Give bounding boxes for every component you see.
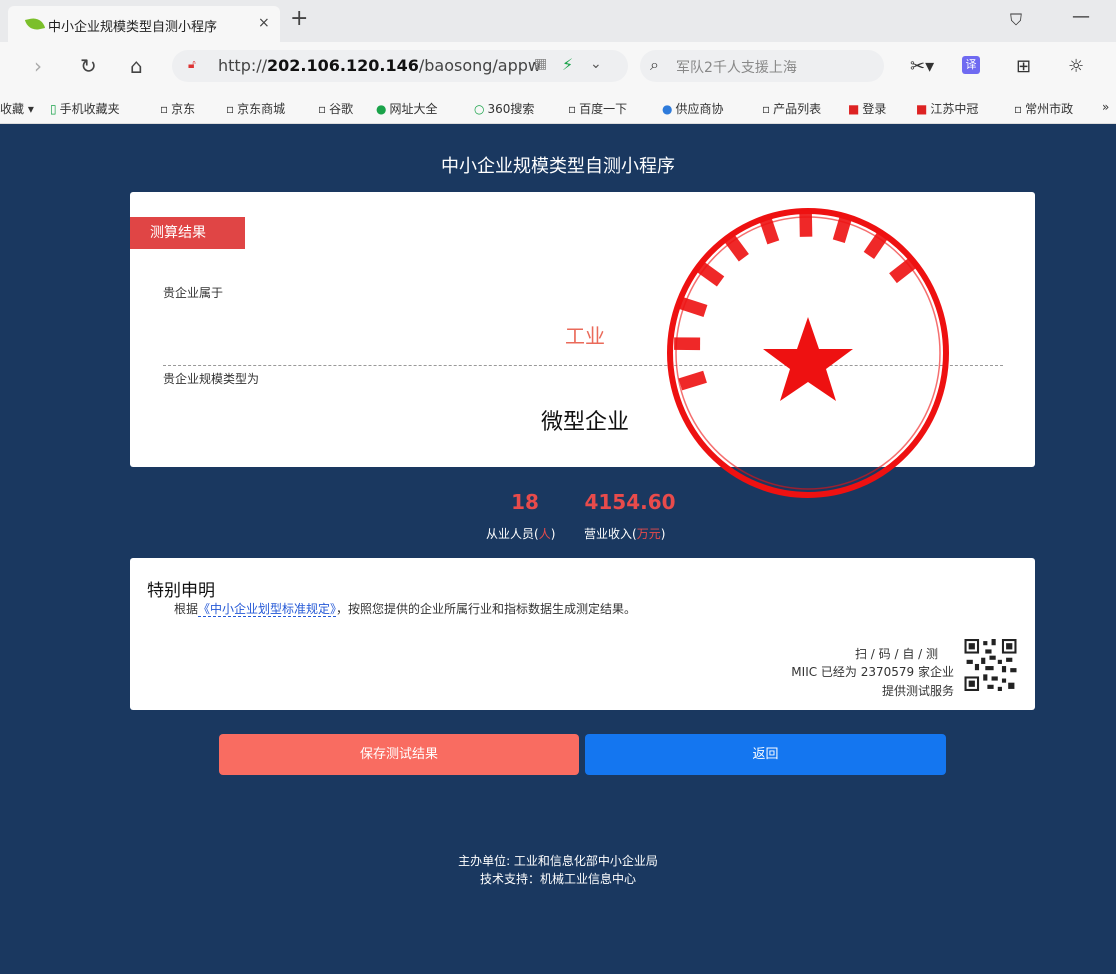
translate-icon[interactable]: 译 xyxy=(962,56,980,74)
declaration-title: 特别申明 xyxy=(147,581,215,601)
qr-code-icon xyxy=(964,639,1017,691)
more-bookmarks-icon[interactable]: » xyxy=(1102,100,1109,114)
scan-count: MIIC 已经为 2370579 家企业 xyxy=(791,665,954,679)
leaf-icon xyxy=(24,16,46,32)
browser-tab-bar: 中小企业规模类型自测小程序 × + ⛉ — xyxy=(0,0,1116,42)
page-body: 中小企业规模类型自测小程序 测算结果 贵企业属于 工业 贵企业规模类型为 微型企… xyxy=(0,124,1116,974)
footer-host: 主办单位: 工业和信息化部中小企业局 xyxy=(458,854,658,868)
type-label: 贵企业规模类型为 xyxy=(163,372,260,386)
bookmark-item[interactable]: ▫ 京东商城 xyxy=(226,100,285,117)
search-input[interactable]: ⌕ 军队2千人支援上海 xyxy=(640,50,884,82)
result-tag: 测算结果 xyxy=(130,217,245,249)
chevron-down-icon[interactable]: ⌄ xyxy=(590,56,602,72)
tab-title: 中小企业规模类型自测小程序 xyxy=(48,20,218,35)
browser-tab[interactable]: 中小企业规模类型自测小程序 × xyxy=(8,6,280,42)
bookmark-item[interactable]: ▫ 京东 xyxy=(160,100,195,117)
industry-label: 贵企业属于 xyxy=(163,286,224,300)
url-text: http://202.106.120.146/baosong/appw xyxy=(218,56,541,75)
address-input[interactable]: 🔓︎ http://202.106.120.146/baosong/appw ▦… xyxy=(172,50,628,82)
scan-service: 提供测试服务 xyxy=(881,684,954,698)
bookmark-item[interactable]: ▫ 常州市政 xyxy=(1014,100,1073,117)
forward-icon[interactable]: › xyxy=(34,54,42,78)
declaration-text: 根据《中小企业划型标准规定》，按照您提供的企业所属行业和指标数据生成测定结果。 xyxy=(174,602,637,617)
bookmark-item[interactable]: ● 网址大全 xyxy=(376,100,438,117)
tab-close-icon[interactable]: × xyxy=(258,15,270,31)
brightness-icon[interactable]: ☼ xyxy=(1068,56,1084,77)
back-button[interactable]: 返回 xyxy=(585,734,946,775)
employees-caption: 从业人员(人) xyxy=(486,527,556,541)
result-card: 测算结果 贵企业属于 工业 贵企业规模类型为 微型企业 xyxy=(130,192,1035,467)
qr-icon[interactable]: ▦ xyxy=(534,56,547,72)
search-suggestion: 军队2千人支援上海 xyxy=(676,60,797,76)
enterprise-type-value: 微型企业 xyxy=(540,410,629,435)
divider xyxy=(163,365,1003,366)
address-toolbar: › ↻ ⌂ 🔓︎ http://202.106.120.146/baosong/… xyxy=(0,42,1116,92)
skin-icon[interactable]: ⛉ xyxy=(1010,10,1022,30)
scissors-icon[interactable]: ✂▾ xyxy=(910,56,934,77)
bookmark-item[interactable]: ■ 登录 xyxy=(848,100,886,117)
revenue-value: 4154.60 xyxy=(584,490,676,514)
page-title: 中小企业规模类型自测小程序 xyxy=(441,156,675,177)
footer-support: 技术支持：机械工业信息中心 xyxy=(479,872,636,886)
search-icon: ⌕ xyxy=(650,55,659,74)
insecure-lock-icon: 🔓︎ xyxy=(188,57,196,71)
regulation-link[interactable]: 《中小企业划型标准规定》 xyxy=(198,602,337,617)
bookmark-item[interactable]: ● 供应商协 xyxy=(662,100,724,117)
bookmarks-bar: 收藏 ▾ ▯ 手机收藏夹 ▫ 京东 ▫ 京东商城 ▫ 谷歌 ● 网址大全 ○ 360搜索 ▫… xyxy=(0,92,1116,124)
bookmark-item[interactable]: ▫ 产品列表 xyxy=(762,100,821,117)
bookmark-item[interactable]: ■ 江苏中冠 xyxy=(916,100,978,117)
apps-grid-icon[interactable]: ⊞ xyxy=(1016,56,1031,77)
save-result-button[interactable]: 保存测试结果 xyxy=(219,734,579,775)
industry-value: 工业 xyxy=(565,324,605,348)
bookmark-item[interactable]: ▫ 百度一下 xyxy=(568,100,627,117)
bookmark-item[interactable]: ▫ 谷歌 xyxy=(318,100,353,117)
employees-value: 18 xyxy=(511,490,539,514)
home-icon[interactable]: ⌂ xyxy=(130,54,143,78)
bookmark-item[interactable]: ▯ 手机收藏夹 xyxy=(50,100,120,117)
revenue-caption: 营业收入(万元) xyxy=(584,527,666,541)
stats-row: 18 4154.60 从业人员(人) 营业收入(万元) xyxy=(0,490,1116,550)
lightning-icon[interactable]: ⚡︎ xyxy=(562,55,573,74)
minimize-icon[interactable]: — xyxy=(1072,6,1090,27)
bookmark-item[interactable]: ○ 360搜索 xyxy=(474,100,534,117)
bookmark-item[interactable]: 收藏 ▾ xyxy=(0,100,34,117)
declaration-card: 特别申明 根据《中小企业划型标准规定》，按照您提供的企业所属行业和指标数据生成测… xyxy=(130,558,1035,710)
new-tab-icon[interactable]: + xyxy=(290,6,308,31)
reload-icon[interactable]: ↻ xyxy=(80,54,97,78)
scan-hint: 扫 / 码 / 自 / 测 xyxy=(854,647,938,661)
